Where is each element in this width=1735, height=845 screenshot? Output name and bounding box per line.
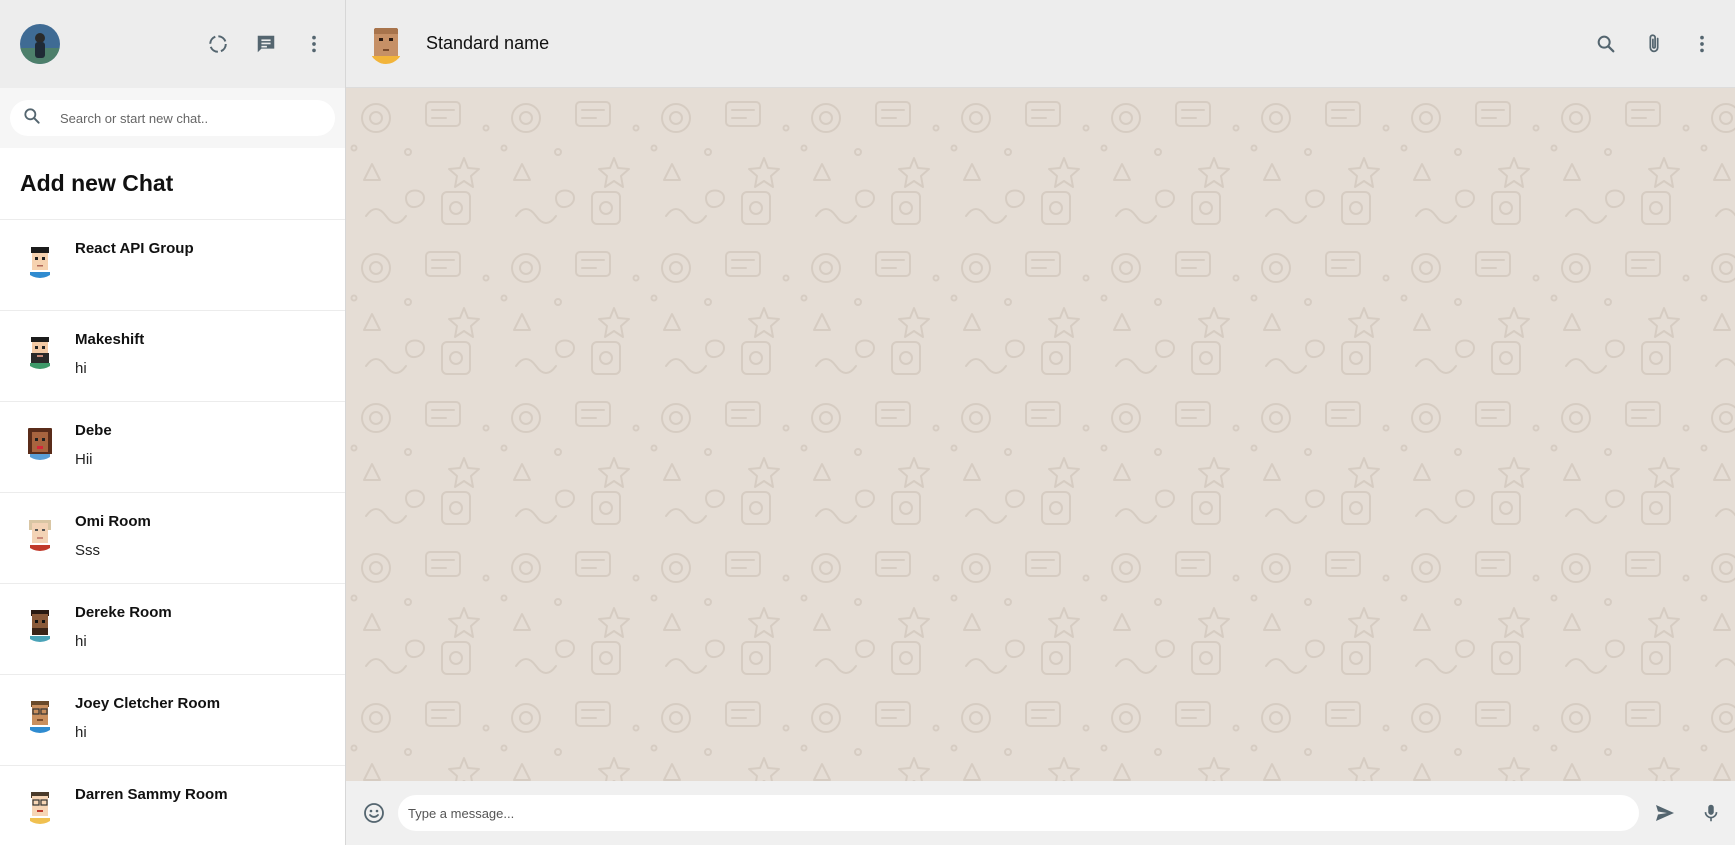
chat-texts: React API Group: [75, 240, 194, 269]
chat-panel: Standard name: [346, 0, 1735, 845]
chat-list-item[interactable]: Dereke Room hi: [0, 584, 345, 675]
chat-list-item[interactable]: Omi Room Sss: [0, 493, 345, 584]
chat-avatar: [22, 515, 58, 551]
chat-avatar: [22, 788, 58, 824]
chat-last-message: hi: [75, 724, 87, 741]
search-bar: [0, 88, 345, 148]
chat-header-actions: [1593, 31, 1715, 57]
chat-list-item[interactable]: Debe Hii: [0, 402, 345, 493]
more-vert-icon[interactable]: [301, 31, 327, 57]
chat-texts: Makeshift hi: [75, 331, 144, 377]
search-input[interactable]: [60, 110, 300, 126]
chat-list-item[interactable]: Darren Sammy Room: [0, 766, 345, 845]
attach-icon[interactable]: [1641, 31, 1667, 57]
chat-name: Makeshift: [75, 331, 145, 348]
chat-avatar: [22, 242, 58, 278]
chat-list-item[interactable]: React API Group: [0, 220, 345, 311]
message-input[interactable]: [398, 795, 1639, 831]
chat-list-item[interactable]: Joey Cletcher Room hi: [0, 675, 345, 766]
chat-texts: Omi Room Sss: [75, 513, 151, 559]
chat-last-message: hi: [75, 360, 87, 377]
message-composer: [346, 781, 1735, 845]
sidebar: Add new Chat React API Group: [0, 0, 346, 845]
chat-name: Dereke Room: [75, 604, 172, 621]
emoji-icon[interactable]: [360, 799, 388, 827]
contact-name[interactable]: Standard name: [426, 33, 549, 54]
chat-name: Darren Sammy Room: [75, 786, 228, 803]
more-vert-icon[interactable]: [1689, 31, 1715, 57]
sidebar-header-actions: [205, 31, 327, 57]
chat-texts: Darren Sammy Room: [75, 786, 228, 815]
chat-avatar: [22, 606, 58, 642]
search-box[interactable]: [10, 100, 335, 136]
chat-wallpaper: [346, 88, 1735, 781]
status-icon[interactable]: [205, 31, 231, 57]
messages-area: [346, 88, 1735, 781]
chat-texts: Debe Hii: [75, 422, 112, 468]
app: Add new Chat React API Group: [0, 0, 1735, 845]
search-icon[interactable]: [1593, 31, 1619, 57]
chat-last-message: Hii: [75, 451, 93, 468]
chat-last-message: Sss: [75, 542, 101, 559]
chat-avatar: [22, 697, 58, 733]
chat-icon[interactable]: [253, 31, 279, 57]
chat-avatar: [22, 333, 58, 369]
search-icon: [22, 106, 42, 131]
chat-list: React API Group Makeshift hi Debe Hii Om…: [0, 220, 345, 845]
chat-texts: Dereke Room hi: [75, 604, 172, 650]
chat-last-message: hi: [75, 633, 87, 650]
chat-name: Omi Room: [75, 513, 151, 530]
chat-name: Debe: [75, 422, 112, 439]
send-icon[interactable]: [1651, 799, 1679, 827]
add-new-chat-button[interactable]: Add new Chat: [0, 148, 345, 220]
chat-header: Standard name: [346, 0, 1735, 88]
contact-avatar[interactable]: [368, 23, 404, 64]
sidebar-header: [0, 0, 345, 88]
chat-name: React API Group: [75, 240, 194, 257]
chat-texts: Joey Cletcher Room hi: [75, 695, 220, 741]
chat-name: Joey Cletcher Room: [75, 695, 221, 712]
user-avatar[interactable]: [20, 24, 60, 64]
chat-avatar: [22, 424, 58, 460]
mic-icon[interactable]: [1697, 799, 1725, 827]
chat-list-item[interactable]: Makeshift hi: [0, 311, 345, 402]
